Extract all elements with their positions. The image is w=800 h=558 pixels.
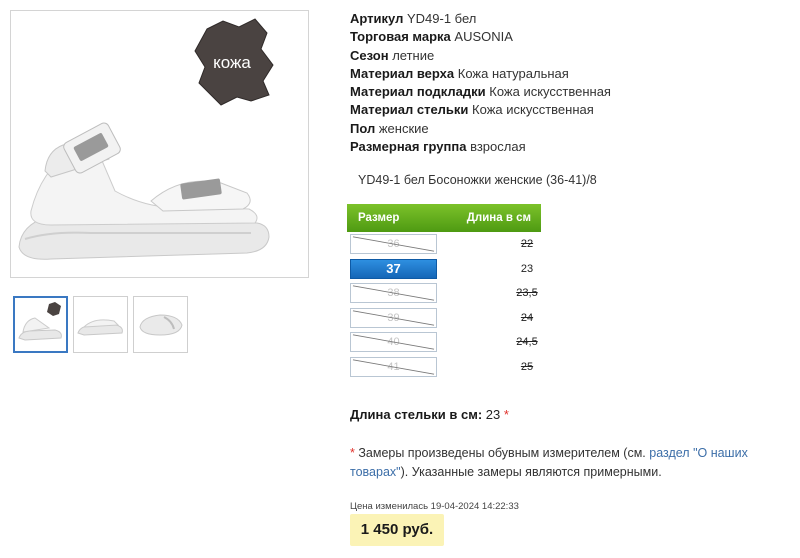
size-length: 25 xyxy=(520,360,534,373)
size-header-label: Размер xyxy=(358,212,400,224)
product-name: YD49-1 бел Босоножки женские (36-41)/8 xyxy=(358,173,597,187)
attribute-value: Кожа искусственная xyxy=(489,84,611,100)
size-option-unavailable[interactable]: 39 xyxy=(350,307,437,328)
attribute-value: взрослая xyxy=(470,139,526,155)
size-row: 40 24,5 xyxy=(347,330,541,355)
attribute-name: Артикул xyxy=(350,11,404,26)
size-row: 38 23,5 xyxy=(347,281,541,306)
attribute-row: Артикул YD49-1 бел xyxy=(350,10,611,28)
note-text-after: ). Указанные замеры являются примерными. xyxy=(400,465,662,479)
attribute-row: Пол женские xyxy=(350,120,611,138)
size-table: Размер Длина в см 36 22 37 23 38 23,5 39… xyxy=(347,204,541,379)
insole-label: Длина стельки в см: xyxy=(350,407,483,422)
attribute-name: Материал подкладки xyxy=(350,84,486,100)
attribute-value: YD49-1 бел xyxy=(406,11,477,26)
size-length: 24 xyxy=(520,311,534,324)
attribute-row: Размерная группа взрослая xyxy=(350,138,611,156)
attribute-row: Торговая марка AUSONIA xyxy=(350,28,611,46)
size-length: 22 xyxy=(520,238,534,251)
price: 1 450 руб. xyxy=(350,514,444,546)
size-option-unavailable[interactable]: 40 xyxy=(350,332,437,353)
attribute-row: Материал подкладки Кожа искусственная xyxy=(350,83,611,101)
size-row: 36 22 xyxy=(347,232,541,257)
thumbnail-3[interactable] xyxy=(133,296,188,353)
attribute-value: Кожа натуральная xyxy=(457,65,569,81)
size-option-unavailable[interactable]: 41 xyxy=(350,356,437,377)
attribute-name: Пол xyxy=(350,120,376,136)
attribute-name: Торговая марка xyxy=(350,29,451,45)
attribute-name: Материал стельки xyxy=(350,102,469,118)
attribute-value: женские xyxy=(378,120,429,136)
attribute-row: Материал стельки Кожа искусственная xyxy=(350,101,611,119)
sandal-image xyxy=(18,122,270,260)
attribute-row: Материал верха Кожа натуральная xyxy=(350,65,611,83)
length-header-label: Длина в см xyxy=(466,212,531,224)
insole-length: Длина стельки в см: 23 * xyxy=(350,407,509,422)
measurement-note: * Замеры произведены обувным измерителем… xyxy=(350,444,770,482)
leather-badge: кожа xyxy=(194,18,274,106)
attribute-value: AUSONIA xyxy=(454,29,513,45)
size-option-unavailable[interactable]: 38 xyxy=(350,283,437,304)
size-row: 37 23 xyxy=(347,257,541,282)
size-length: 24,5 xyxy=(516,336,538,349)
size-row: 39 24 xyxy=(347,306,541,331)
size-option-selected[interactable]: 37 xyxy=(350,258,437,279)
size-table-header: Размер Длина в см xyxy=(347,204,541,232)
main-product-photo[interactable]: кожа xyxy=(10,10,309,278)
thumbnail-strip xyxy=(13,296,188,353)
size-value: 37 xyxy=(386,260,401,276)
attribute-row: Сезон летние xyxy=(350,47,611,65)
insole-value: 23 xyxy=(485,407,501,422)
leather-badge-label: кожа xyxy=(213,53,251,72)
attribute-value: летние xyxy=(392,47,435,63)
price-change-date: Цена изменилась 19-04-2024 14:22:33 xyxy=(350,501,519,512)
size-row: 41 25 xyxy=(347,355,541,380)
insole-asterisk: * xyxy=(503,407,509,422)
size-length: 23,5 xyxy=(516,287,538,300)
size-option-unavailable[interactable]: 36 xyxy=(350,234,437,255)
thumbnail-2[interactable] xyxy=(73,296,128,353)
note-text-before: Замеры произведены обувным измерителем (… xyxy=(354,446,650,460)
attribute-name: Размерная группа xyxy=(350,139,467,155)
attribute-value: Кожа искусственная xyxy=(472,102,594,118)
attribute-name: Сезон xyxy=(350,47,389,63)
size-length: 23 xyxy=(520,262,534,275)
product-attributes: Артикул YD49-1 бел Торговая марка AUSONI… xyxy=(350,10,611,156)
attribute-name: Материал верха xyxy=(350,65,455,81)
thumbnail-1[interactable] xyxy=(13,296,68,353)
